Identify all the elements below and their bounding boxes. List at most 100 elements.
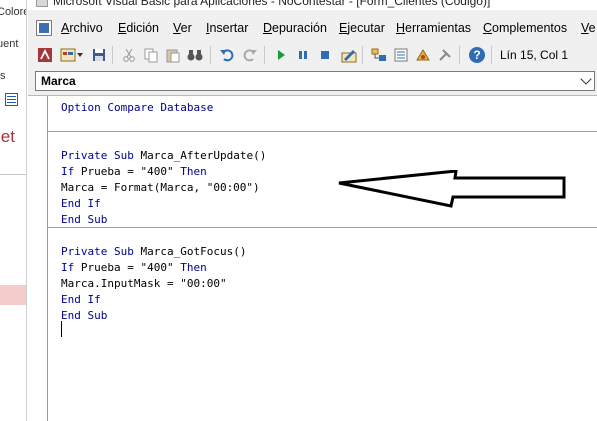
run-button[interactable] xyxy=(271,45,291,65)
save-icon xyxy=(93,49,105,61)
redo-button[interactable] xyxy=(240,45,260,65)
code-token: Prueba = "400" xyxy=(80,165,181,178)
project-explorer-icon xyxy=(371,48,386,61)
code-keyword: End Sub xyxy=(61,213,108,226)
menu-ventana[interactable]: Ve xyxy=(581,21,596,35)
code-line[interactable]: Marca = Format(Marca, "00:00") xyxy=(61,180,266,196)
window-title: Microsoft Visual Basic para Aplicaciones… xyxy=(53,0,491,8)
toolbox-button[interactable] xyxy=(435,45,455,65)
code-line[interactable] xyxy=(61,228,266,244)
menu-complementos[interactable]: Complementos xyxy=(483,21,567,35)
menu-archivo[interactable]: Archivo xyxy=(61,21,103,35)
background-heading: jet xyxy=(0,127,15,146)
chevron-down-icon[interactable] xyxy=(580,73,592,85)
code-keyword: End If xyxy=(61,197,101,210)
reset-button[interactable] xyxy=(315,45,335,65)
code-keyword: Then xyxy=(180,165,207,178)
view-access-button[interactable] xyxy=(35,45,55,65)
background-text: Colore xyxy=(0,6,26,18)
project-explorer-button[interactable] xyxy=(369,45,389,65)
svg-text:?: ? xyxy=(473,48,480,62)
code-line[interactable]: Private Sub Marca_GotFocus() xyxy=(61,244,266,260)
toolbar-separator xyxy=(459,46,460,64)
code-line[interactable]: If Prueba = "400" Then xyxy=(61,260,266,276)
vba-app-icon xyxy=(36,0,48,7)
toolbar-separator xyxy=(491,46,492,64)
play-icon xyxy=(278,50,285,60)
code-token: Marca_AfterUpdate() xyxy=(140,149,267,162)
title-bar: Microsoft Visual Basic para Aplicaciones… xyxy=(0,0,597,10)
code-line[interactable]: End If xyxy=(61,196,266,212)
toolbar-separator xyxy=(264,46,265,64)
code-line[interactable]: Private Sub Marca_AfterUpdate() xyxy=(61,148,266,164)
background-text: uent xyxy=(0,38,19,50)
copy-button[interactable] xyxy=(141,45,161,65)
code-keyword: Then xyxy=(180,261,207,274)
code-line[interactable]: Marca.InputMask = "00:00" xyxy=(61,276,266,292)
menu-herramientas[interactable]: Herramientas xyxy=(396,21,471,35)
code-line[interactable]: End Sub xyxy=(61,308,266,324)
code-keyword: Option Compare Database xyxy=(61,101,214,114)
save-button[interactable] xyxy=(89,45,109,65)
object-browser-button[interactable] xyxy=(413,45,433,65)
cursor-position-status: Lín 15, Col 1 xyxy=(500,48,569,62)
menu-ver[interactable]: Ver xyxy=(173,21,192,35)
cut-button[interactable] xyxy=(119,45,139,65)
code-keyword: Private Sub xyxy=(61,149,141,162)
code-line[interactable] xyxy=(61,132,266,148)
paste-icon xyxy=(166,49,180,63)
menu-ejecutar[interactable]: Ejecutar xyxy=(339,21,385,35)
code-line[interactable] xyxy=(61,324,266,340)
procedure-separator xyxy=(48,131,597,132)
text-caret xyxy=(61,321,62,337)
help-button[interactable]: ? xyxy=(467,45,487,65)
cut-icon xyxy=(123,48,135,62)
access-icon xyxy=(38,48,52,62)
menu-depuracion[interactable]: Depuración xyxy=(263,21,327,35)
chevron-down-icon xyxy=(77,53,83,57)
toolbar-separator xyxy=(112,46,113,64)
code-editor[interactable]: Option Compare Database Private Sub Marca… xyxy=(28,95,597,421)
vba-menu-icon[interactable] xyxy=(36,20,52,36)
code-keyword: End Sub xyxy=(61,309,108,322)
undo-icon xyxy=(220,49,234,62)
insert-dropdown-button[interactable] xyxy=(75,45,85,65)
copy-icon xyxy=(144,48,158,63)
code-token: Marca_GotFocus() xyxy=(140,245,247,258)
margin-indicator-bar[interactable] xyxy=(28,96,48,421)
code-line[interactable] xyxy=(61,116,266,132)
procedure-separator xyxy=(48,227,597,228)
code-keyword: End If xyxy=(61,293,101,306)
design-mode-button[interactable] xyxy=(339,45,359,65)
menu-edicion[interactable]: Edición xyxy=(118,21,159,35)
object-dropdown-value: Marca xyxy=(41,74,76,88)
code-text[interactable]: Option Compare Database Private Sub Marca… xyxy=(61,100,266,340)
find-button[interactable] xyxy=(185,45,205,65)
pause-icon xyxy=(299,51,307,59)
code-keyword: If xyxy=(61,261,81,274)
code-line[interactable]: End If xyxy=(61,292,266,308)
standard-toolbar: ? Lín 15, Col 1 xyxy=(28,43,597,67)
binoculars-icon xyxy=(187,50,203,61)
redo-icon xyxy=(243,49,257,62)
divider xyxy=(0,174,26,175)
properties-button[interactable] xyxy=(391,45,411,65)
userform-icon xyxy=(60,48,76,62)
background-window: Colore uent s jet xyxy=(0,0,27,421)
code-token: Prueba = "400" xyxy=(80,261,181,274)
object-browser-icon xyxy=(416,49,430,61)
design-mode-icon xyxy=(341,50,357,63)
toolbar-separator xyxy=(362,46,363,64)
undo-button[interactable] xyxy=(217,45,237,65)
code-line[interactable]: If Prueba = "400" Then xyxy=(61,164,266,180)
menu-insertar[interactable]: Insertar xyxy=(206,21,248,35)
break-button[interactable] xyxy=(293,45,313,65)
object-dropdown[interactable]: Marca xyxy=(35,71,595,91)
paste-button[interactable] xyxy=(163,45,183,65)
form-view-icon[interactable] xyxy=(5,93,18,106)
code-line[interactable]: End Sub xyxy=(61,212,266,228)
code-line[interactable]: Option Compare Database xyxy=(61,100,266,116)
screen: Microsoft Visual Basic para Aplicaciones… xyxy=(0,0,597,421)
vba-editor-window: Archivo Edición Ver Insertar Depuración … xyxy=(28,10,597,421)
code-keyword: If xyxy=(61,165,81,178)
